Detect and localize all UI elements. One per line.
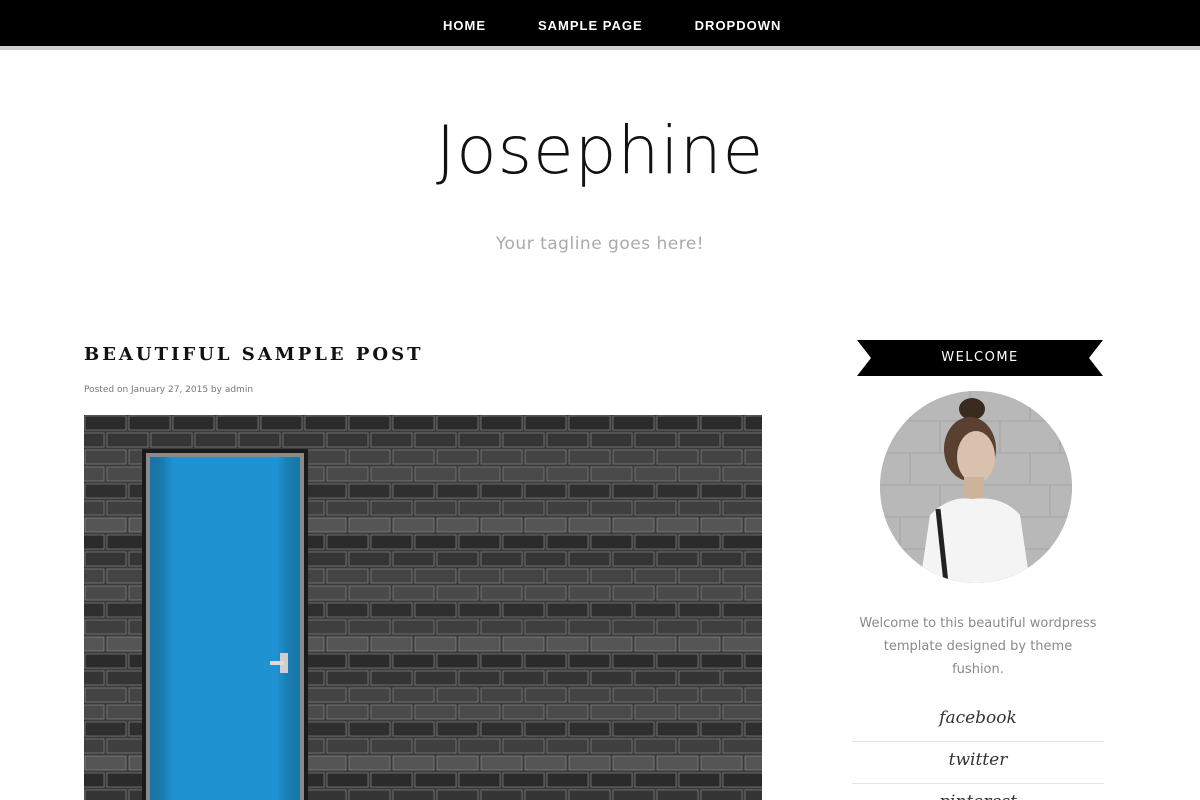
brick-wall-door-image [84,415,762,800]
social-link-facebook[interactable]: facebook [852,700,1104,742]
nav-item-home[interactable]: HOME [443,18,486,33]
top-navigation: HOME SAMPLE PAGE DROPDOWN [0,0,1200,50]
post-meta: Posted on January 27, 2015 by admin [84,385,254,395]
social-link-pinterest[interactable]: pinterest [852,784,1104,800]
nav-item-sample-page[interactable]: SAMPLE PAGE [538,18,643,33]
author-avatar [880,391,1072,583]
post-featured-image[interactable] [84,415,762,800]
post-title[interactable]: BEAUTIFUL SAMPLE POST [84,344,424,365]
author-portrait-image [880,391,1072,583]
welcome-text: Welcome to this beautiful wordpress temp… [859,616,1097,677]
welcome-widget-title: WELCOME [941,350,1019,365]
nav-menu: HOME SAMPLE PAGE DROPDOWN [443,0,781,50]
welcome-widget-ribbon: WELCOME [857,340,1103,376]
site-title[interactable]: Josephine [0,112,1200,189]
site-tagline: Your tagline goes here! [495,234,705,254]
social-links: facebook twitter pinterest [852,700,1104,800]
social-link-twitter[interactable]: twitter [852,742,1104,784]
nav-item-dropdown[interactable]: DROPDOWN [695,18,782,33]
